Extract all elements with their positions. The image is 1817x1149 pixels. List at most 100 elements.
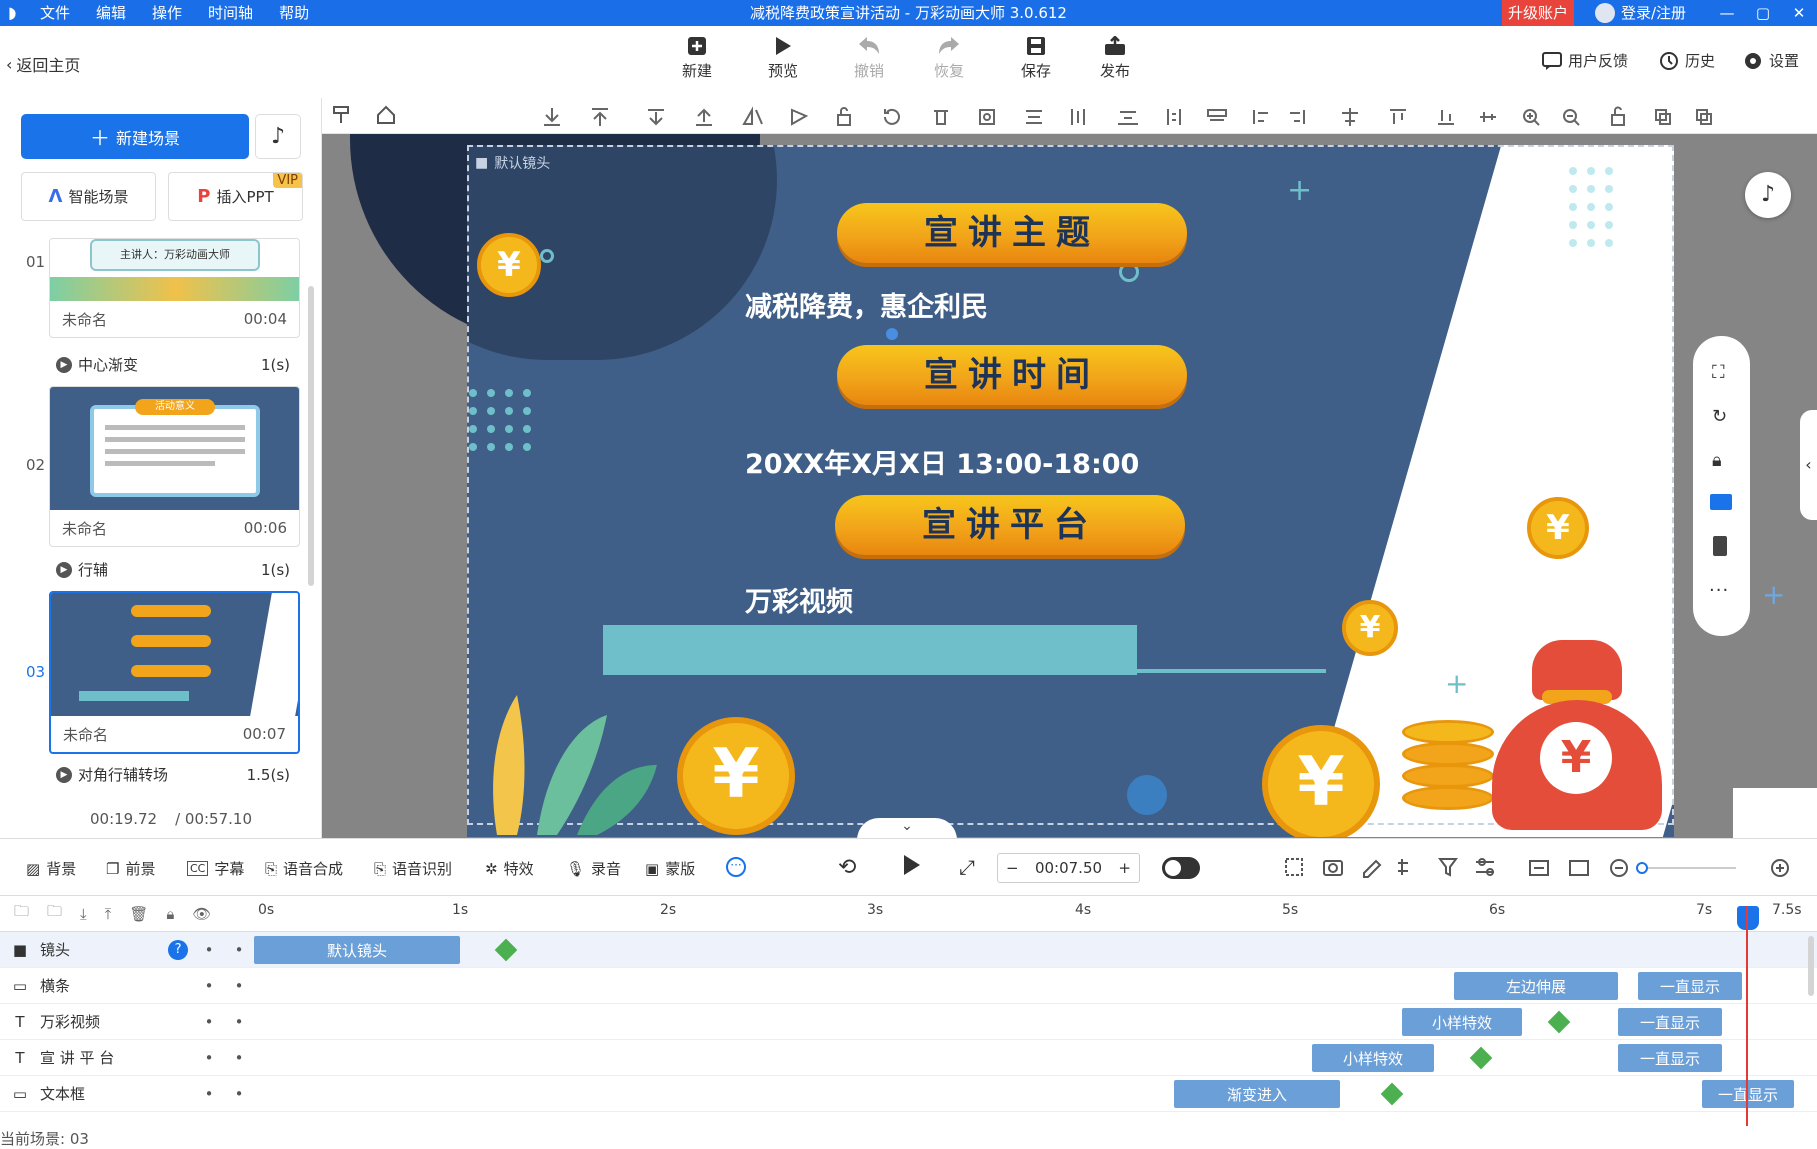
redo-button[interactable]: 恢复 (919, 36, 979, 81)
time-plus-button[interactable]: + (1118, 859, 1131, 877)
help-icon[interactable]: ? (168, 939, 189, 960)
settings-link[interactable]: 设置 (1743, 50, 1799, 71)
track-camera[interactable]: ■ 镜头 ? • • (0, 932, 254, 968)
phone-icon[interactable] (1713, 536, 1727, 556)
eye-icon[interactable]: 👁︎ (192, 905, 211, 923)
maximize-button[interactable]: ▢ (1748, 0, 1778, 26)
track-platform[interactable]: T 宣 讲 平 台 • • (0, 1040, 254, 1076)
playhead-handle[interactable] (1737, 906, 1759, 930)
format-painter-icon[interactable] (332, 105, 354, 127)
user-feedback-link[interactable]: 用户反馈 (1542, 50, 1628, 71)
toggle-switch[interactable] (1162, 857, 1200, 879)
time-stepper[interactable]: − 00:07.50 + (997, 853, 1140, 883)
rotate-icon[interactable]: ↻ (1712, 406, 1727, 427)
collapse-panel-button[interactable]: ⌄ (857, 818, 957, 840)
add-keyframe-icon[interactable] (1547, 1010, 1571, 1034)
track-row-wancai[interactable]: 小样特效 一直显示 (254, 1004, 1817, 1040)
back-home-link[interactable]: ‹ 返回主页 (6, 52, 80, 76)
clip-always-show[interactable]: 一直显示 (1638, 972, 1742, 1000)
minimize-button[interactable]: — (1712, 0, 1742, 26)
foreground-button[interactable]: ❐ 前景 (106, 858, 155, 879)
alignment-tools[interactable] (542, 106, 1812, 128)
thumbnail-preview-icon[interactable] (1733, 788, 1817, 838)
dot[interactable]: • (235, 977, 244, 995)
title-pill-topic[interactable]: 宣讲主题 (837, 203, 1187, 263)
add-keyframe-icon[interactable] (494, 938, 518, 962)
insert-ppt-button[interactable]: P 插入PPT VIP (168, 172, 303, 221)
timeline-scrollbar[interactable] (1808, 936, 1814, 996)
screen-icon[interactable] (1710, 494, 1732, 510)
teal-bar[interactable] (603, 625, 1137, 675)
track-row-bar[interactable]: 左边伸展 一直显示 (254, 968, 1817, 1004)
save-button[interactable]: 保存 (1006, 36, 1066, 81)
time-minus-button[interactable]: − (1006, 859, 1019, 877)
preview-button[interactable]: 预览 (753, 36, 813, 81)
title-pill-time[interactable]: 宣讲时间 (837, 345, 1187, 405)
clip-effect[interactable]: 小样特效 (1312, 1044, 1434, 1072)
dot[interactable]: • (235, 1013, 244, 1031)
speech-recognition-button[interactable]: ⎘ 语音识别 (374, 858, 452, 879)
timeline-play-button[interactable] (902, 853, 922, 877)
timeline-tools[interactable] (1280, 853, 1800, 881)
move-up-icon[interactable]: ⤒ (105, 905, 112, 923)
add-keyframe-icon[interactable] (1380, 1082, 1404, 1106)
clip-always-show[interactable]: 一直显示 (1618, 1008, 1722, 1036)
scene-thumbnail-03[interactable]: 未命名 00:07 (49, 591, 300, 754)
history-link[interactable]: 历史 (1659, 50, 1715, 71)
track-wancai-video[interactable]: T 万彩视频 • • (0, 1004, 254, 1040)
publish-button[interactable]: 发布 (1085, 36, 1145, 81)
clip-always-show[interactable]: 一直显示 (1702, 1080, 1794, 1108)
dot[interactable]: • (235, 1049, 244, 1067)
home-icon[interactable] (376, 105, 398, 127)
close-button[interactable]: ✕ (1784, 0, 1814, 26)
dot[interactable]: • (205, 1085, 214, 1103)
subtitle-topic[interactable]: 减税降费，惠企利民 (745, 285, 988, 324)
clip-default-camera[interactable]: 默认镜头 (254, 936, 460, 964)
expand-icon[interactable]: ⤢ (959, 855, 975, 879)
subtitle-time[interactable]: 20XX年X月X日 13:00-18:00 (745, 442, 1139, 481)
track-row-camera[interactable]: 默认镜头 (254, 932, 1817, 968)
subtitle-platform[interactable]: 万彩视频 (745, 580, 853, 619)
scene-thumbnail-02[interactable]: 活动意义 未命名 00:06 (49, 386, 300, 547)
dot[interactable]: • (205, 977, 214, 995)
lock-icon[interactable]: 🔒︎ (1712, 450, 1722, 471)
time-value[interactable]: 00:07.50 (1035, 859, 1102, 877)
transition-item-02[interactable]: ▶ 行辅 1(s) (56, 559, 290, 580)
scene-music-button[interactable]: ♪ (1745, 172, 1791, 218)
track-row-platform[interactable]: 小样特效 一直显示 (254, 1040, 1817, 1076)
subtitle-button[interactable]: CC 字幕 (187, 858, 244, 879)
selection-handle[interactable] (886, 328, 898, 340)
clip-always-show[interactable]: 一直显示 (1618, 1044, 1722, 1072)
clip-stretch-left[interactable]: 左边伸展 (1454, 972, 1618, 1000)
delete-icon[interactable]: 🗑︎ (129, 905, 148, 923)
dot[interactable]: • (235, 941, 244, 959)
effects-button[interactable]: ✲ 特效 (485, 858, 534, 879)
fit-screen-icon[interactable]: ⛶ (1712, 362, 1725, 383)
playhead[interactable] (1746, 906, 1748, 1126)
right-panel-toggle[interactable]: ‹ (1800, 410, 1817, 520)
time-ruler[interactable]: 0s 1s 2s 3s 4s 5s 6s 7s 7.5s (254, 896, 1817, 932)
dot[interactable]: • (235, 1085, 244, 1103)
clip-effect[interactable]: 小样特效 (1402, 1008, 1522, 1036)
add-keyframe-icon[interactable] (1469, 1046, 1493, 1070)
scene-list-scrollbar[interactable] (308, 286, 314, 586)
mask-button[interactable]: ▣ 蒙版 (645, 858, 695, 879)
clip-fade-in[interactable]: 渐变进入 (1174, 1080, 1340, 1108)
smart-scene-button[interactable]: Λ 智能场景 (21, 172, 156, 221)
add-element-icon[interactable]: + (1762, 578, 1785, 611)
dot[interactable]: • (205, 941, 214, 959)
title-pill-platform[interactable]: 宣讲平台 (835, 495, 1185, 555)
transition-item-01[interactable]: ▶ 中心渐变 1(s) (56, 354, 290, 375)
lock-icon[interactable]: 🔒︎ (166, 905, 174, 923)
track-row-textbox[interactable]: 渐变进入 一直显示 (254, 1076, 1817, 1112)
track-bar[interactable]: ▭ 横条 • • (0, 968, 254, 1004)
music-button[interactable]: ♪ (255, 114, 301, 159)
login-register-button[interactable]: 登录/注册 (1595, 0, 1686, 26)
add-layer-icon[interactable]: 🗀︎ (47, 901, 62, 926)
move-down-icon[interactable]: ⤓ (80, 905, 87, 923)
more-tools-icon[interactable]: ··· (726, 857, 746, 877)
record-button[interactable]: 🎙︎ 录音 (566, 858, 621, 879)
new-button[interactable]: 新建 (667, 36, 727, 81)
undo-button[interactable]: 撤销 (839, 36, 899, 81)
replay-icon[interactable]: ⟲ (838, 855, 856, 880)
